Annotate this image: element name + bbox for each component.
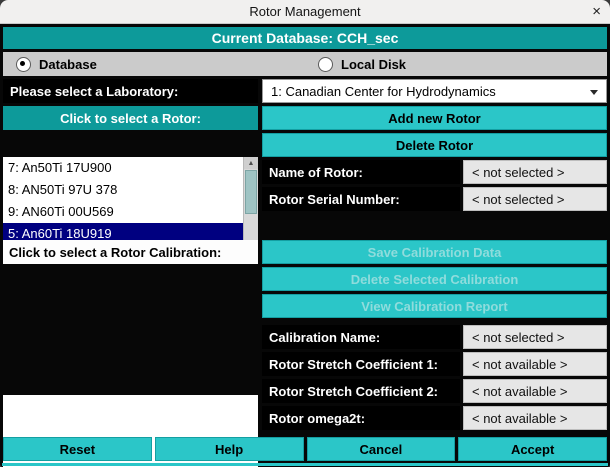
stretch-coefficient-2-value: < not available >: [463, 379, 607, 403]
rotor-omega2t-value: < not available >: [463, 406, 607, 430]
current-database-banner: Current Database: CCH_sec: [3, 27, 607, 49]
rotor-list-item[interactable]: 9: AN60Ti 00U569: [3, 201, 244, 223]
radio-database-label: Database: [39, 57, 97, 72]
window-bottom-border: [2, 463, 608, 466]
scrollbar-thumb[interactable]: [245, 170, 257, 214]
stretch-coefficient-1-value: < not available >: [463, 352, 607, 376]
calibration-list-header: Click to select a Rotor Calibration:: [3, 240, 258, 264]
delete-rotor-button[interactable]: Delete Rotor: [262, 133, 607, 157]
save-calibration-button[interactable]: Save Calibration Data: [262, 240, 607, 264]
rotor-list-item[interactable]: 7: An50Ti 17U900: [3, 157, 244, 179]
rotor-serial-value: < not selected >: [463, 187, 607, 211]
rotor-management-window: Rotor Management × Current Database: CCH…: [0, 0, 610, 467]
help-button[interactable]: Help: [155, 437, 304, 461]
stretch-coefficient-2-label: Rotor Stretch Coefficient 2:: [262, 379, 460, 403]
laboratory-select[interactable]: 1: Canadian Center for Hydrodynamics: [262, 79, 607, 103]
radio-local-disk-label: Local Disk: [341, 57, 406, 72]
rotor-list-item[interactable]: 8: AN50Ti 97U 378: [3, 179, 244, 201]
source-toggle-row: Database Local Disk: [3, 52, 607, 76]
laboratory-label: Please select a Laboratory:: [3, 79, 258, 103]
delete-selected-calibration-button[interactable]: Delete Selected Calibration: [262, 267, 607, 291]
laboratory-selected-value: 1: Canadian Center for Hydrodynamics: [271, 84, 496, 99]
accept-button[interactable]: Accept: [458, 437, 607, 461]
reset-button[interactable]: Reset: [3, 437, 152, 461]
radio-unselected-icon: [318, 57, 333, 72]
window-title: Rotor Management: [249, 4, 360, 19]
view-calibration-report-button[interactable]: View Calibration Report: [262, 294, 607, 318]
rotor-omega2t-label: Rotor omega2t:: [262, 406, 460, 430]
radio-local-disk[interactable]: Local Disk: [305, 57, 607, 72]
radio-database[interactable]: Database: [3, 57, 305, 72]
calibration-name-value: < not selected >: [463, 325, 607, 349]
radio-selected-icon: [16, 57, 31, 72]
stretch-coefficient-1-label: Rotor Stretch Coefficient 1:: [262, 352, 460, 376]
rotor-name-value: < not selected >: [463, 160, 607, 184]
add-rotor-button[interactable]: Add new Rotor: [262, 106, 607, 130]
close-icon[interactable]: ×: [592, 0, 601, 24]
chevron-down-icon: [590, 90, 598, 95]
title-bar: Rotor Management ×: [0, 0, 610, 24]
scrollbar-up-icon[interactable]: ▲: [244, 157, 258, 169]
rotor-serial-label: Rotor Serial Number:: [262, 187, 460, 211]
rotor-name-label: Name of Rotor:: [262, 160, 460, 184]
calibration-name-label: Calibration Name:: [262, 325, 460, 349]
cancel-button[interactable]: Cancel: [307, 437, 456, 461]
footer-buttons: Reset Help Cancel Accept: [3, 437, 607, 461]
rotor-list-header: Click to select a Rotor:: [3, 106, 258, 130]
